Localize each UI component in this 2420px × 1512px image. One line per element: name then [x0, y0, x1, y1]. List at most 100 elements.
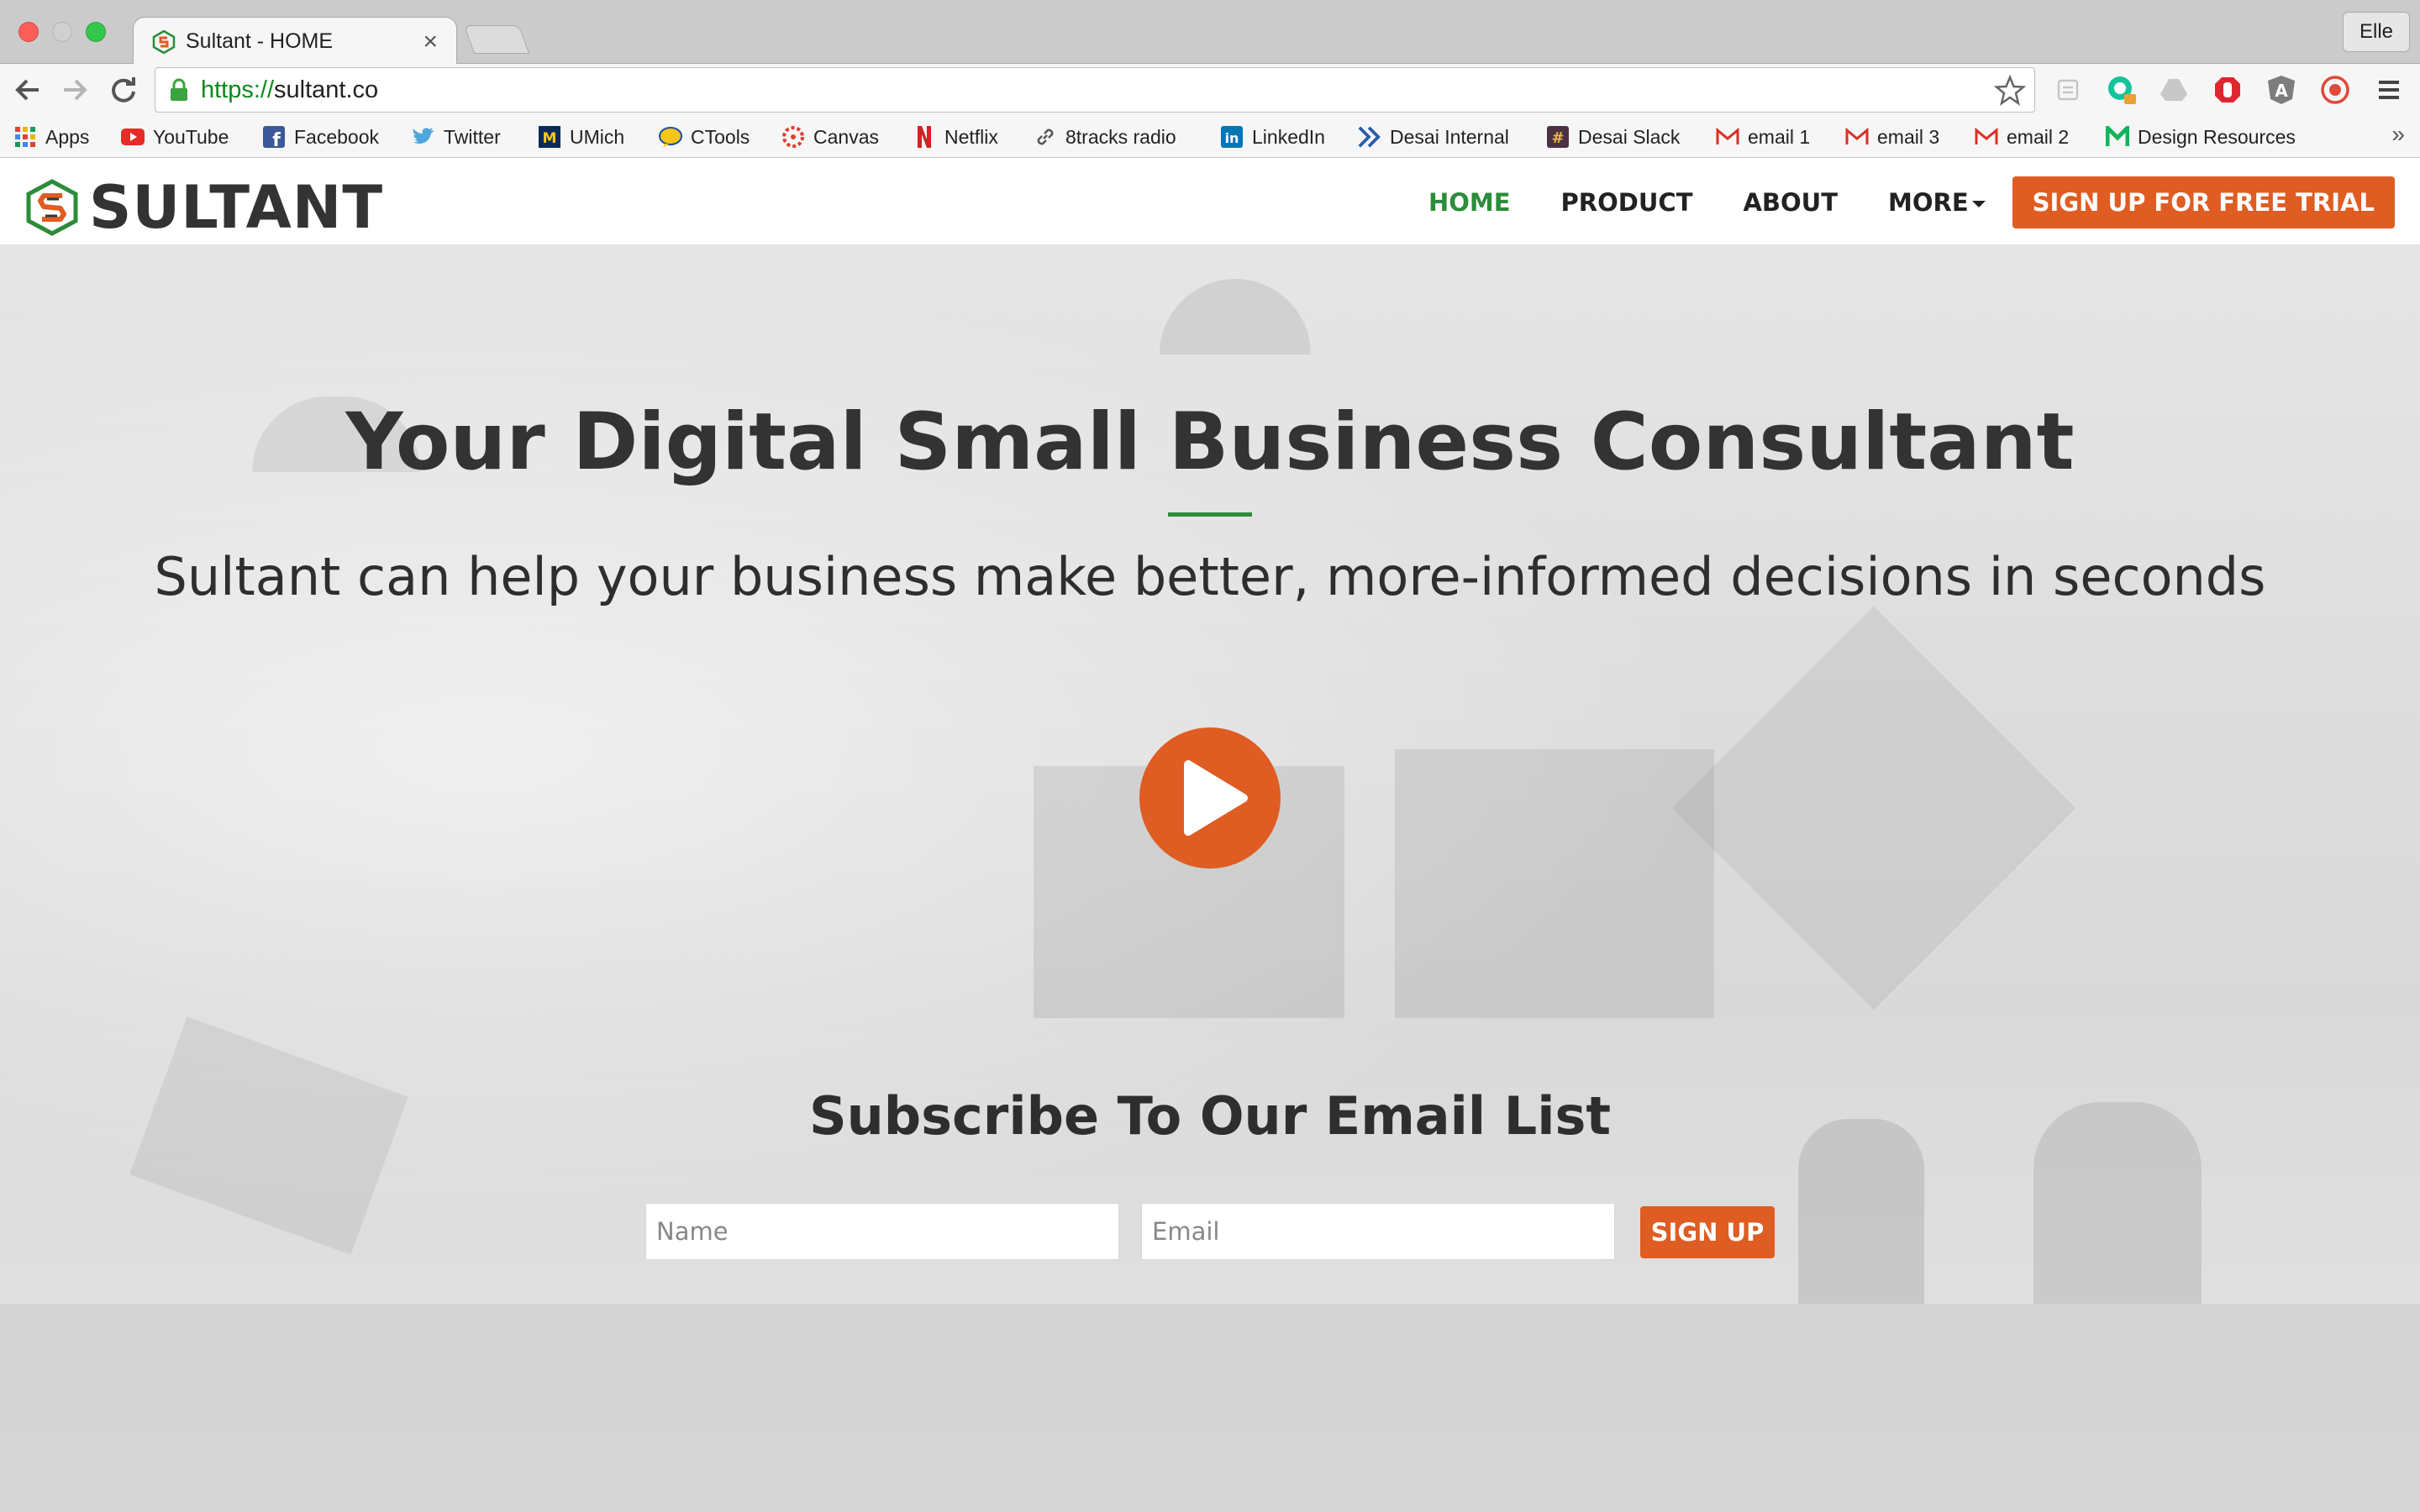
video-play-button[interactable] — [1139, 727, 1281, 869]
reload-button[interactable] — [106, 72, 141, 108]
free-trial-button[interactable]: SIGN UP FOR FREE TRIAL — [2012, 176, 2395, 228]
site-header: SULTANT HOME PRODUCT ABOUT MORE SIGN UP … — [0, 158, 2420, 245]
logo-text: SULTANT — [89, 173, 384, 242]
bookmark-star-icon[interactable] — [1994, 75, 2026, 107]
bookmark-label: Desai Internal — [1390, 125, 1509, 148]
svg-text:#: # — [1551, 129, 1564, 147]
bookmarks-overflow-icon[interactable]: » — [2391, 121, 2405, 148]
bookmark-ctools[interactable]: CTools — [659, 123, 750, 151]
bookmark-youtube[interactable]: YouTube — [121, 123, 229, 151]
linkedin-icon: in — [1220, 125, 1244, 149]
bookmark-apps[interactable]: Apps — [13, 123, 89, 151]
email-input[interactable] — [1141, 1203, 1615, 1260]
main-nav: HOME PRODUCT ABOUT MORE SIGN UP FOR FREE… — [1428, 176, 2395, 228]
nav-home[interactable]: HOME — [1428, 188, 1511, 217]
gmail-icon — [1975, 125, 1998, 149]
gmail-icon — [1845, 125, 1869, 149]
bookmark-design-resources[interactable]: Design Resources — [2106, 123, 2296, 151]
bookmark-email-1[interactable]: email 1 — [1716, 123, 1810, 151]
bookmark-label: Netflix — [944, 125, 998, 148]
extension-target-icon[interactable] — [2319, 74, 2351, 106]
back-arrow-icon — [15, 79, 39, 101]
bookmark-label: CTools — [691, 125, 750, 148]
sultant-favicon-icon — [152, 29, 176, 54]
bookmark-email-3[interactable]: email 3 — [1845, 123, 1939, 151]
address-bar[interactable]: https://sultant.co — [155, 67, 2035, 113]
extension-drive-icon[interactable] — [2158, 74, 2190, 106]
tab-close-icon[interactable]: × — [423, 29, 438, 55]
bookmark-desai-slack[interactable]: # Desai Slack — [1546, 123, 1680, 151]
hero-section: Your Digital Small Business Consultant S… — [0, 245, 2420, 1512]
new-tab-button[interactable] — [463, 25, 530, 54]
sign-up-button[interactable]: SIGN UP — [1640, 1206, 1775, 1258]
bookmark-label: LinkedIn — [1252, 125, 1325, 148]
window-maximize-button[interactable] — [86, 22, 106, 42]
bookmark-linkedin[interactable]: in LinkedIn — [1220, 123, 1325, 151]
subscribe-title: Subscribe To Our Email List — [808, 1085, 1612, 1147]
tab-title: Sultant - HOME — [186, 29, 334, 53]
svg-text:f: f — [272, 130, 281, 148]
bookmark-email-2[interactable]: email 2 — [1975, 123, 2069, 151]
forward-arrow-icon — [64, 79, 87, 101]
chrome-menu-icon[interactable] — [2373, 74, 2405, 106]
extension-angular-icon[interactable]: A — [2265, 74, 2297, 106]
window-close-button[interactable] — [18, 22, 39, 42]
bookmark-netflix[interactable]: Netflix — [913, 123, 998, 151]
back-button[interactable] — [10, 72, 45, 108]
extension-page-icon[interactable] — [2052, 74, 2084, 106]
bookmark-label: YouTube — [153, 125, 229, 148]
bookmark-desai-internal[interactable]: Desai Internal — [1358, 123, 1509, 151]
nav-product[interactable]: PRODUCT — [1561, 188, 1693, 217]
url-scheme: https:// — [201, 76, 275, 103]
slack-icon: # — [1546, 125, 1570, 149]
facebook-icon: f — [262, 125, 286, 149]
browser-tab-active[interactable]: Sultant - HOME × — [133, 17, 457, 66]
browser-toolbar: https://sultant.co A — [0, 64, 2420, 116]
nav-about[interactable]: ABOUT — [1743, 188, 1838, 217]
hero-subtitle: Sultant can help your business make bett… — [154, 546, 2266, 607]
design-resources-icon — [2106, 125, 2129, 149]
bookmark-label: Twitter — [444, 125, 501, 148]
bookmark-label: email 1 — [1748, 125, 1811, 148]
bookmark-facebook[interactable]: f Facebook — [262, 123, 379, 151]
title-divider — [1168, 512, 1252, 517]
sultant-logo-icon — [26, 179, 78, 236]
name-input[interactable] — [645, 1203, 1119, 1260]
svg-text:in: in — [1225, 130, 1239, 146]
bookmark-label: Canvas — [813, 125, 879, 148]
extension-grammarly-icon[interactable] — [2106, 74, 2138, 106]
browser-tab-bar: Sultant - HOME × Elle — [0, 0, 2420, 66]
profile-button[interactable]: Elle — [2343, 12, 2410, 52]
apps-grid-icon — [13, 125, 37, 149]
window-minimize-button[interactable] — [52, 22, 72, 42]
bookmark-label: Design Resources — [2138, 125, 2296, 148]
forward-button[interactable] — [57, 72, 92, 108]
ctools-icon — [659, 125, 682, 149]
twitter-icon — [412, 125, 435, 149]
site-logo[interactable]: SULTANT — [24, 173, 383, 242]
umich-icon: M — [538, 125, 561, 149]
hero-title: Your Digital Small Business Consultant — [345, 396, 2075, 488]
youtube-icon — [121, 125, 145, 149]
lock-icon — [171, 78, 187, 101]
bookmark-twitter[interactable]: Twitter — [412, 123, 501, 151]
extension-stop-icon[interactable] — [2212, 74, 2244, 106]
bookmark-label: email 2 — [2007, 125, 2070, 148]
nav-more-label: MORE — [1888, 188, 1969, 217]
nav-more-dropdown[interactable]: MORE — [1888, 188, 1986, 217]
play-icon — [1184, 760, 1248, 836]
bookmark-label: UMich — [570, 125, 625, 148]
svg-text:A: A — [2275, 81, 2288, 101]
bookmark-label: Desai Slack — [1578, 125, 1681, 148]
bookmark-canvas[interactable]: Canvas — [781, 123, 879, 151]
canvas-icon — [781, 125, 805, 149]
bookmark-umich[interactable]: M UMich — [538, 123, 624, 151]
gmail-icon — [1716, 125, 1739, 149]
reload-icon — [112, 77, 135, 102]
desai-icon — [1358, 125, 1381, 149]
bookmark-label: Facebook — [294, 125, 380, 148]
bookmark-8tracks[interactable]: 8tracks radio — [1034, 123, 1176, 151]
link-icon — [1034, 125, 1057, 149]
netflix-icon — [913, 125, 936, 149]
bookmark-label: Apps — [45, 125, 90, 148]
